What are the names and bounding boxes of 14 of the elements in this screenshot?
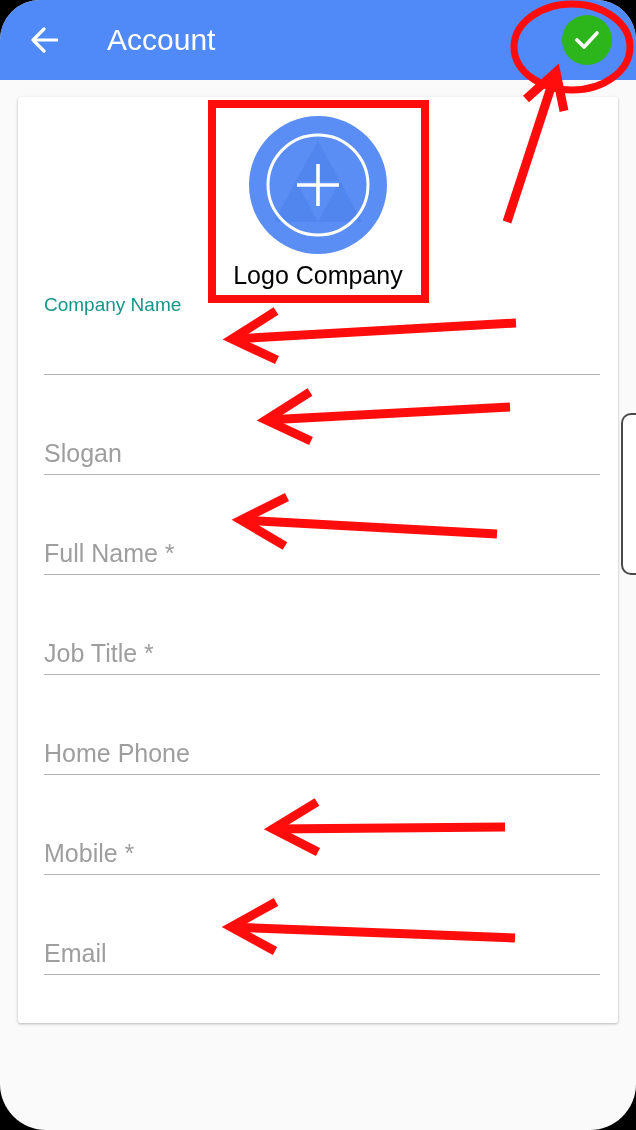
- confirm-button[interactable]: [562, 15, 612, 65]
- text-field[interactable]: Job Title *: [44, 624, 600, 675]
- text-field[interactable]: Mobile *: [44, 824, 600, 875]
- logo-caption: Logo Company: [233, 260, 403, 290]
- edge-panel-handle[interactable]: [621, 413, 636, 575]
- field-label: Company Name: [44, 293, 183, 317]
- back-arrow-icon[interactable]: [30, 27, 58, 53]
- text-field[interactable]: Home Phone: [44, 724, 600, 775]
- screen-title: Account: [107, 22, 216, 58]
- text-field[interactable]: Email: [44, 924, 600, 975]
- plus-circle-icon: [266, 133, 370, 237]
- text-field[interactable]: Slogan: [44, 424, 600, 475]
- text-field[interactable]: Full Name *: [44, 524, 600, 575]
- check-icon: [575, 31, 599, 49]
